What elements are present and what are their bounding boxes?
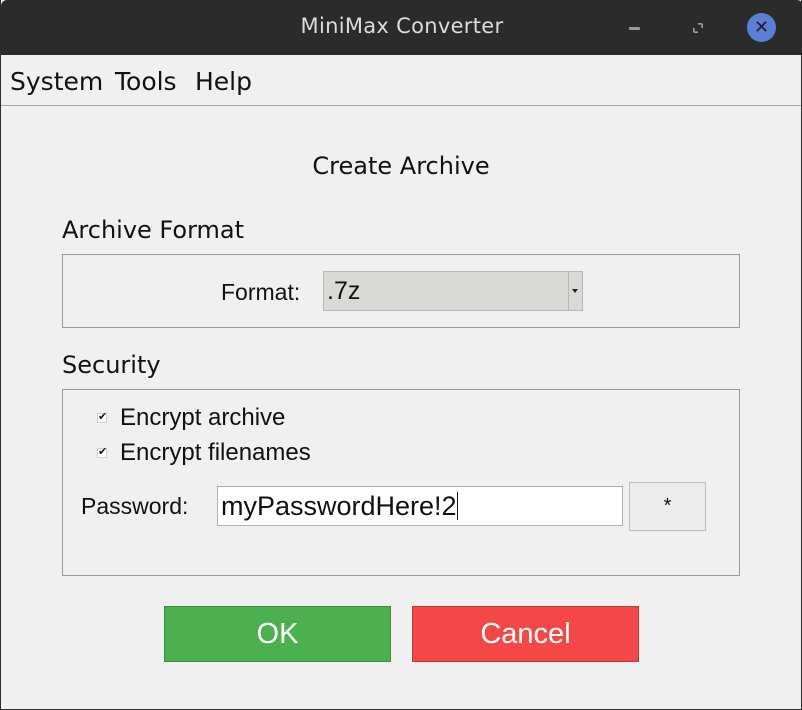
menu-tools[interactable]: Tools [115,67,177,96]
minimize-button[interactable] [619,13,649,43]
encrypt-filenames-label[interactable]: Encrypt filenames [120,439,311,467]
password-label: Password: [81,493,189,519]
dropdown-arrow[interactable] [568,272,582,310]
security-group: ✔ Encrypt archive ✔ Encrypt filenames Pa… [62,389,740,576]
app-window: MiniMax Converter ✕ System Tools Help Cr… [0,0,802,710]
format-dropdown-value: .7z [327,277,361,305]
menu-system[interactable]: System [10,67,103,96]
password-field[interactable]: myPasswordHere!2 [217,486,623,526]
text-caret [456,492,458,520]
cancel-button[interactable]: Cancel [412,606,639,662]
format-dropdown[interactable]: .7z [323,271,583,311]
format-label: Format: [221,279,301,305]
toggle-password-mask-button[interactable]: * [629,482,706,531]
maximize-icon [693,23,703,33]
encrypt-filenames-checkbox[interactable]: ✔ [97,445,108,458]
dialog-title: Create Archive [312,152,490,180]
encrypt-archive-checkbox[interactable]: ✔ [97,410,108,423]
security-heading: Security [62,351,161,379]
ok-button[interactable]: OK [164,606,391,662]
password-value: myPasswordHere!2 [221,491,457,521]
checkmark-icon: ✔ [98,445,108,458]
checkmark-icon: ✔ [98,410,108,423]
chevron-down-icon [572,289,578,293]
archive-format-group: Format: .7z [62,254,740,328]
menu-bar: System Tools Help [1,55,801,106]
window-title: MiniMax Converter [300,14,504,38]
close-button[interactable]: ✕ [747,13,777,43]
close-icon: ✕ [747,13,776,42]
maximize-button[interactable] [683,13,713,43]
encrypt-archive-label[interactable]: Encrypt archive [120,404,285,432]
menu-help[interactable]: Help [195,67,252,96]
archive-format-heading: Archive Format [62,216,245,244]
minimize-icon [629,27,640,30]
title-bar[interactable]: MiniMax Converter ✕ [1,0,802,55]
